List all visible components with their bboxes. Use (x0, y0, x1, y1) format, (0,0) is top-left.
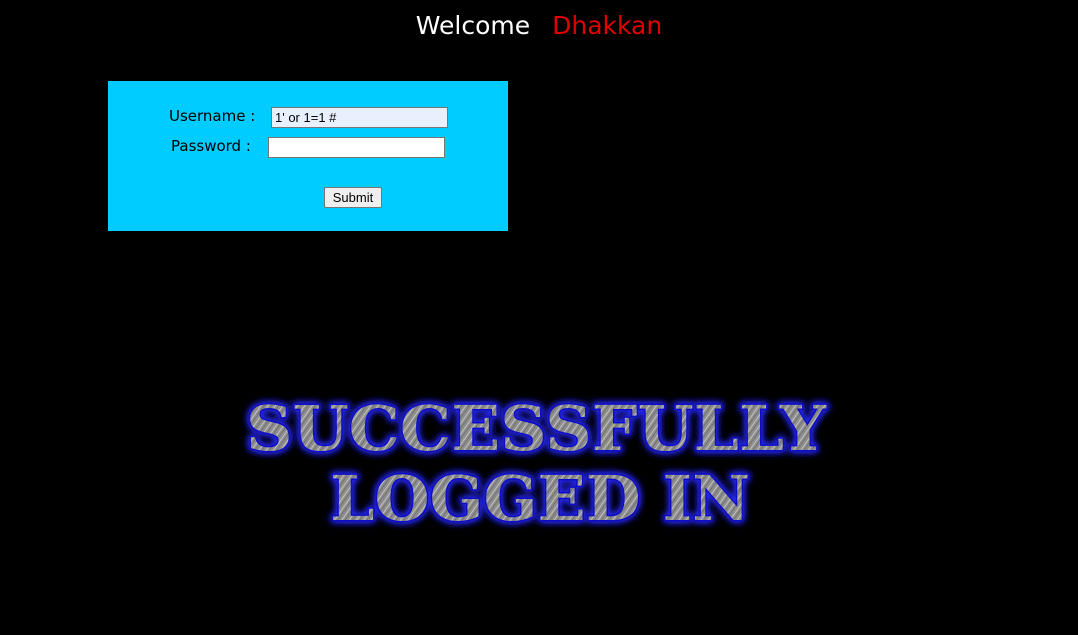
welcome-header: Welcome Dhakkan (0, 8, 1078, 44)
username-input[interactable] (271, 107, 448, 128)
user-name-text: Dhakkan (552, 11, 663, 40)
password-input[interactable] (268, 137, 445, 158)
username-label: Username : (169, 107, 256, 125)
banner-line-2: LOGGED IN (330, 462, 750, 535)
login-form: Username : Password : Submit (108, 81, 508, 231)
banner-line-1: SUCCESSFULLY (246, 392, 827, 465)
welcome-text: Welcome (415, 11, 531, 40)
success-banner: SUCCESSFULLY LOGGED IN (245, 391, 829, 537)
submit-button[interactable]: Submit (324, 187, 382, 208)
password-label: Password : (171, 137, 251, 155)
